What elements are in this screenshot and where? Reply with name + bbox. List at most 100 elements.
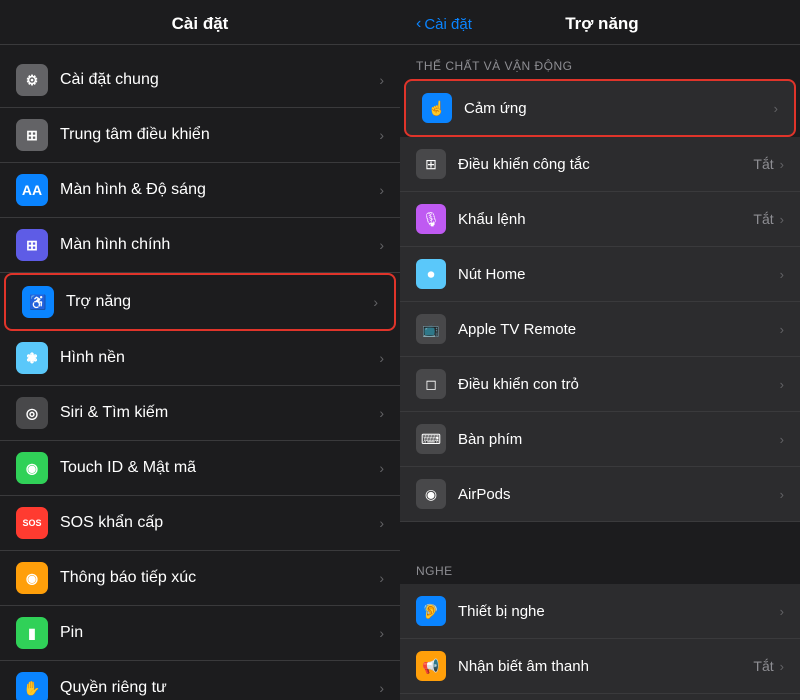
airpods-label: AirPods [458,486,780,503]
touch-id-label: Touch ID & Mật mã [60,459,371,477]
left-panel: Cài đặt ⚙ Cài đặt chung › ⊞Trung tâm điều k… [0,0,400,700]
right-item-nhan-biet-am-thanh[interactable]: 📢 Nhận biết âm thanhTắt › [400,639,800,694]
ban-phim-icon: ⌨ [416,424,446,454]
right-item-khau-lenh[interactable]: 🎙 Khẩu lệnhTắt › [400,192,800,247]
cai-dat-chung-icon: ⚙ [16,64,48,96]
sos-label: SOS khẩn cấp [60,514,371,532]
cam-ung-chevron-icon: › [774,101,778,116]
dieu-khien-cong-tac-icon: ⊞ [416,149,446,179]
left-item-tro-nang[interactable]: ♿ Trợ năng › [4,273,396,331]
pin-chevron-icon: › [379,625,384,641]
pin-icon: ▮ [16,617,48,649]
right-item-nut-home[interactable]: ⏺ Nút Home› [400,247,800,302]
apple-tv-remote-chevron-icon: › [780,322,784,337]
nut-home-chevron-icon: › [780,267,784,282]
right-item-airpods[interactable]: ◉ AirPods› [400,467,800,522]
thiet-bi-nghe-chevron-icon: › [780,604,784,619]
man-hinh-do-sang-label: Màn hình & Độ sáng [60,181,371,199]
dieu-khien-cong-tac-value: Tắt [753,156,773,172]
cam-ung-icon: ☝ [422,93,452,123]
thiet-bi-nghe-label: Thiết bị nghe [458,603,780,620]
left-item-pin[interactable]: ▮Pin› [0,606,400,661]
siri-tim-kiem-chevron-icon: › [379,405,384,421]
nhan-biet-am-thanh-value: Tắt [753,658,773,674]
ban-phim-chevron-icon: › [780,432,784,447]
touch-id-icon: ◉ [16,452,48,484]
dieu-khien-cong-tac-label: Điều khiển công tắc [458,156,753,173]
thong-bao-label: Thông báo tiếp xúc [60,569,371,587]
left-header: Cài đặt [0,0,400,45]
left-title: Cài đặt [172,14,229,33]
nhan-biet-am-thanh-chevron-icon: › [780,659,784,674]
thiet-bi-nghe-icon: 🦻 [416,596,446,626]
left-item-trung-tam-dieu-khien[interactable]: ⊞Trung tâm điều khiển› [0,108,400,163]
cai-dat-chung-label: Cài đặt chung [60,71,371,89]
right-item-dieu-khien-cong-tac[interactable]: ⊞Điều khiển công tắcTắt› [400,137,800,192]
section-header-the-chat-van-dong: THỂ CHẤT VÀ VẬN ĐỘNG [400,45,800,79]
siri-tim-kiem-label: Siri & Tìm kiếm [60,404,371,422]
nut-home-icon: ⏺ [416,259,446,289]
trung-tam-dieu-khien-icon: ⊞ [16,119,48,151]
right-item-am-thanh-hinh-anh[interactable]: 🔊Âm thanh/Hình ảnh› [400,694,800,700]
ban-phim-label: Bàn phím [458,431,780,448]
dieu-khien-con-tro-label: Điều khiển con trỏ [458,376,780,393]
hinh-nen-chevron-icon: › [379,350,384,366]
apple-tv-remote-icon: 📺 [416,314,446,344]
thong-bao-icon: ◉ [16,562,48,594]
man-hinh-do-sang-icon: AA [16,174,48,206]
left-item-siri-tim-kiem[interactable]: ◎ Siri & Tìm kiếm › [0,386,400,441]
man-hinh-do-sang-chevron-icon: › [379,182,384,198]
left-list: ⚙ Cài đặt chung › ⊞Trung tâm điều khiển› AA M… [0,45,400,700]
back-button[interactable]: ‹ Cài đặt [416,15,472,33]
right-list: THỂ CHẤT VÀ VẬN ĐỘNG☝Cảm ứng›⊞Điều khiển… [400,45,800,700]
left-item-man-hinh-chinh[interactable]: ⊞ Màn hình chính › [0,218,400,273]
apple-tv-remote-label: Apple TV Remote [458,321,780,338]
left-item-thong-bao[interactable]: ◉ Thông báo tiếp xúc › [0,551,400,606]
left-item-man-hinh-do-sang[interactable]: AA Màn hình & Độ sáng › [0,163,400,218]
left-item-quyen-rieng-tu[interactable]: ✋Quyền riêng tư› [0,661,400,700]
right-panel: ‹ Cài đặt Trợ năng THỂ CHẤT VÀ VẬN ĐỘNG☝… [400,0,800,700]
left-item-touch-id[interactable]: ◉ Touch ID & Mật mã › [0,441,400,496]
cai-dat-chung-chevron-icon: › [379,72,384,88]
quyen-rieng-tu-label: Quyền riêng tư [60,679,371,697]
hinh-nen-label: Hình nền [60,349,371,367]
man-hinh-chinh-label: Màn hình chính [60,236,371,254]
right-item-apple-tv-remote[interactable]: 📺 Apple TV Remote› [400,302,800,357]
tro-nang-chevron-icon: › [373,294,378,310]
left-item-cai-dat-chung[interactable]: ⚙ Cài đặt chung › [0,53,400,108]
left-item-sos[interactable]: SOSSOS khẩn cấp› [0,496,400,551]
khau-lenh-icon: 🎙 [416,204,446,234]
dieu-khien-con-tro-icon: ◻ [416,369,446,399]
right-item-cam-ung[interactable]: ☝ Cảm ứng› [404,79,796,137]
right-header: ‹ Cài đặt Trợ năng [400,0,800,45]
right-title: Trợ năng [480,14,724,34]
right-item-thiet-bi-nghe[interactable]: 🦻 Thiết bị nghe› [400,584,800,639]
hinh-nen-icon: ❃ [16,342,48,374]
section-header-nghe: NGHE [400,550,800,584]
siri-tim-kiem-icon: ◎ [16,397,48,429]
right-item-ban-phim[interactable]: ⌨ Bàn phím› [400,412,800,467]
khau-lenh-label: Khẩu lệnh [458,211,753,228]
nhan-biet-am-thanh-icon: 📢 [416,651,446,681]
khau-lenh-value: Tắt [753,211,773,227]
sos-icon: SOS [16,507,48,539]
quyen-rieng-tu-icon: ✋ [16,672,48,700]
touch-id-chevron-icon: › [379,460,384,476]
tro-nang-label: Trợ năng [66,293,365,311]
nhan-biet-am-thanh-label: Nhận biết âm thanh [458,658,753,675]
airpods-chevron-icon: › [780,487,784,502]
right-item-dieu-khien-con-tro[interactable]: ◻ Điều khiển con trỏ› [400,357,800,412]
cam-ung-label: Cảm ứng [464,100,774,117]
thong-bao-chevron-icon: › [379,570,384,586]
left-item-hinh-nen[interactable]: ❃ Hình nền › [0,331,400,386]
section-divider-1 [400,522,800,550]
airpods-icon: ◉ [416,479,446,509]
khau-lenh-chevron-icon: › [780,212,784,227]
nut-home-label: Nút Home [458,266,780,283]
dieu-khien-con-tro-chevron-icon: › [780,377,784,392]
back-chevron-icon: ‹ [416,15,421,33]
back-label: Cài đặt [424,16,472,33]
tro-nang-icon: ♿ [22,286,54,318]
man-hinh-chinh-icon: ⊞ [16,229,48,261]
man-hinh-chinh-chevron-icon: › [379,237,384,253]
